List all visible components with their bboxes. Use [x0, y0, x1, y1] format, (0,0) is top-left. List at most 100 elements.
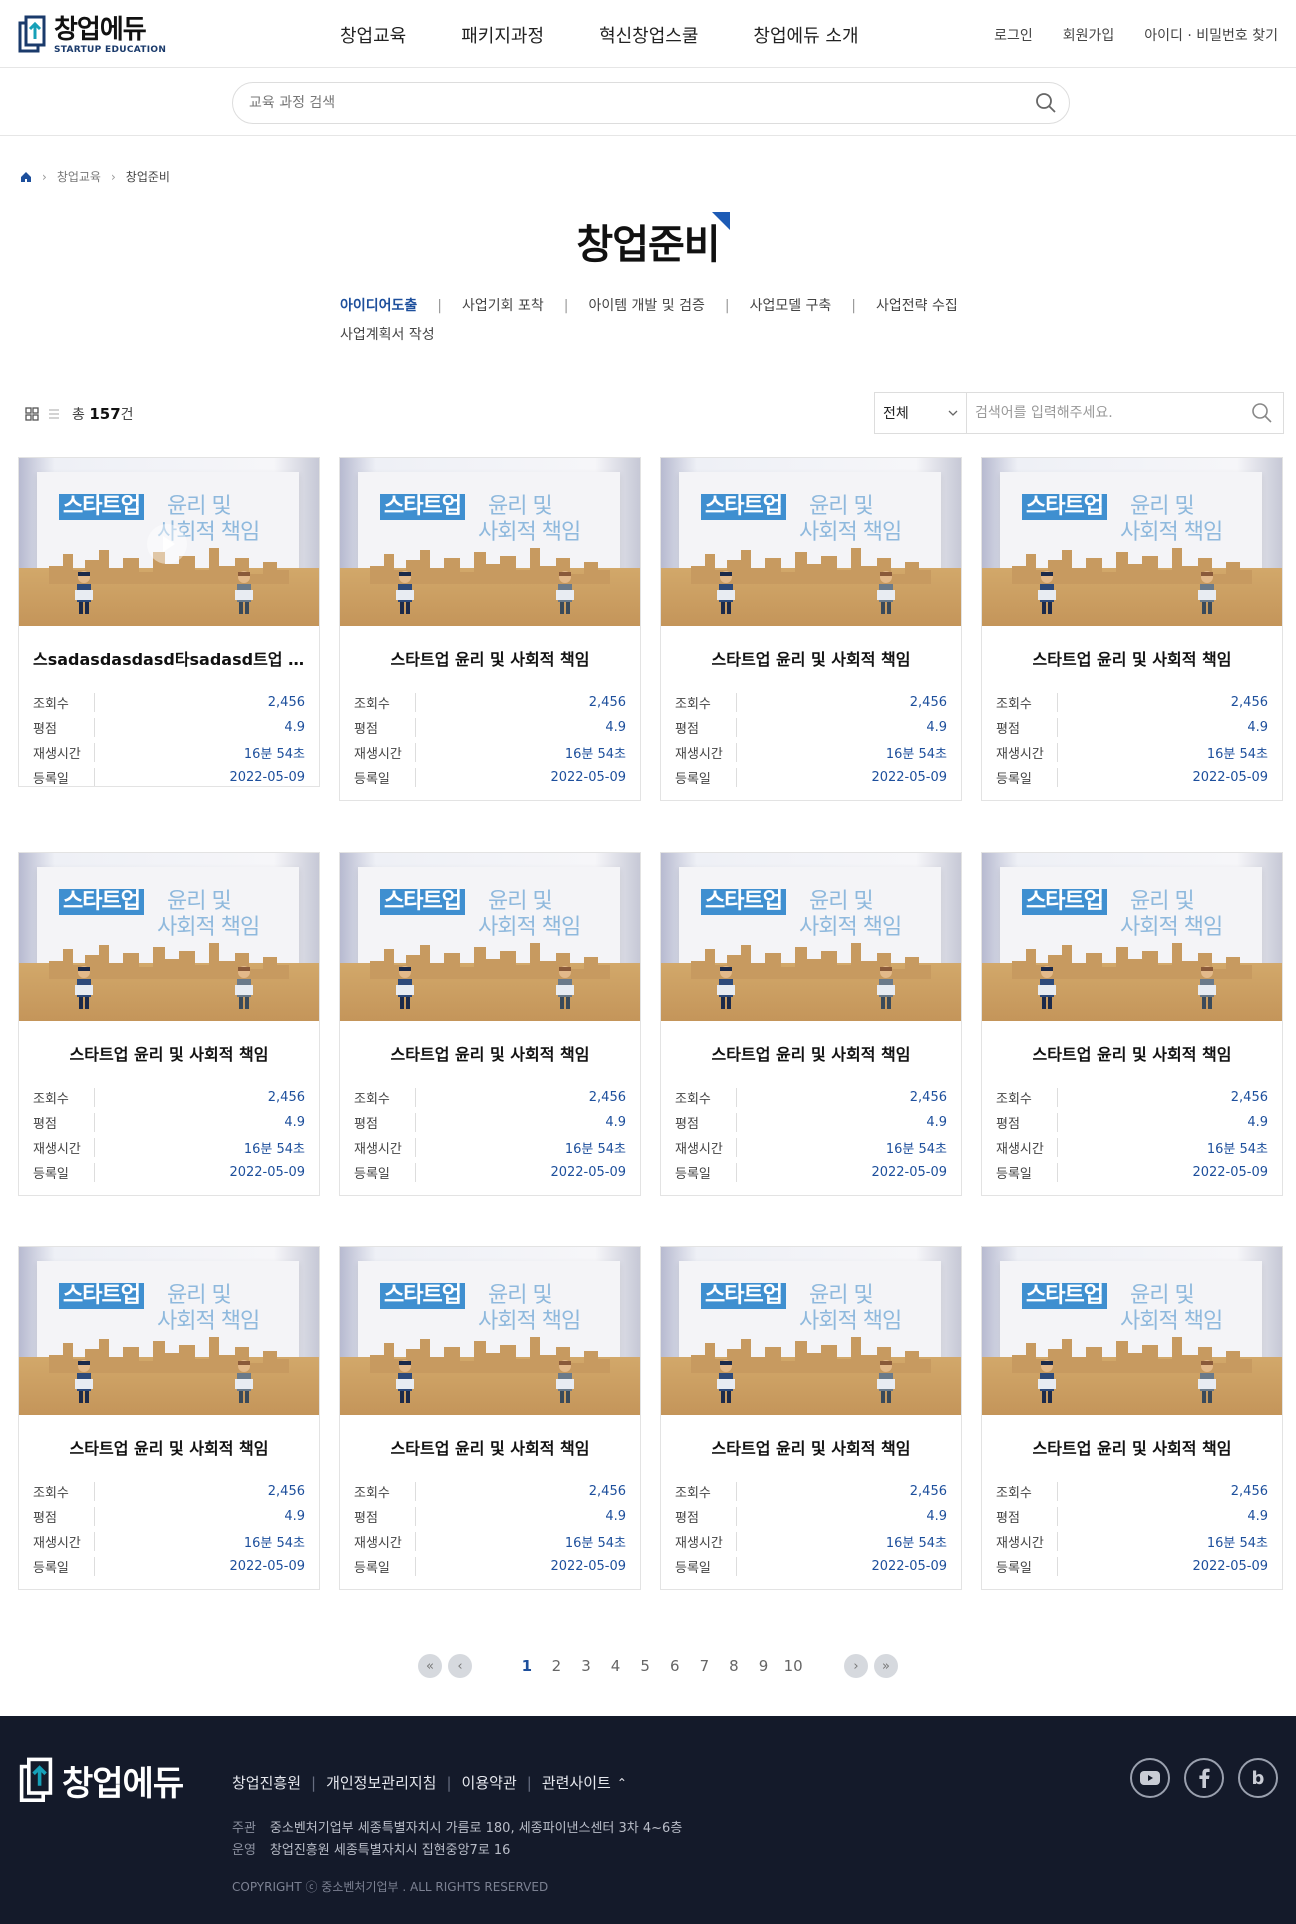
meta-views: 조회수 2,456: [996, 1479, 1268, 1504]
course-title[interactable]: 스sadasdasdasd타sadasd트업 윤리 및 사회적 책임: [19, 626, 319, 690]
thumb-figure: [556, 1360, 574, 1403]
course-thumbnail[interactable]: 스타트업 윤리 및 사회적 책임: [661, 458, 961, 626]
search-icon[interactable]: [1251, 402, 1273, 424]
course-thumbnail[interactable]: 스타트업 윤리 및 사회적 책임: [340, 1247, 640, 1415]
page-number[interactable]: 7: [690, 1657, 720, 1675]
nav-about[interactable]: 창업에듀 소개: [753, 22, 858, 48]
page-number[interactable]: 5: [630, 1657, 660, 1675]
course-title[interactable]: 스타트업 윤리 및 사회적 책임: [661, 1415, 961, 1479]
page-number[interactable]: 10: [778, 1657, 808, 1675]
thumb-figure: [75, 966, 93, 1009]
footer-link-related[interactable]: 관련사이트: [542, 1772, 611, 1793]
first-page-icon[interactable]: «: [418, 1654, 442, 1678]
course-title[interactable]: 스타트업 윤리 및 사회적 책임: [982, 626, 1282, 690]
tab-item-dev[interactable]: 아이템 개발 및 검증: [588, 292, 704, 321]
course-thumbnail[interactable]: 스타트업 윤리 및 사회적 책임: [340, 853, 640, 1021]
footer-logo[interactable]: 창업에듀: [18, 1756, 184, 1805]
search-icon[interactable]: [1035, 92, 1057, 114]
thumb-title-line2: 사회적 책임: [478, 520, 581, 545]
course-title[interactable]: 스타트업 윤리 및 사회적 책임: [661, 626, 961, 690]
home-icon[interactable]: [20, 171, 32, 183]
nav-startup-education[interactable]: 창업교육: [340, 22, 406, 48]
blog-icon[interactable]: b: [1238, 1758, 1278, 1798]
course-title[interactable]: 스타트업 윤리 및 사회적 책임: [982, 1415, 1282, 1479]
footer-link-privacy[interactable]: 개인정보관리지침: [326, 1772, 436, 1793]
login-link[interactable]: 로그인: [994, 25, 1033, 45]
nav-innovation-school[interactable]: 혁신창업스쿨: [599, 22, 698, 48]
last-page-icon[interactable]: »: [873, 1654, 898, 1678]
meta-label: 등록일: [996, 768, 1058, 787]
course-card[interactable]: 스타트업 윤리 및 사회적 책임 스타트업 윤리 및 사회적 책임 조회수 2,4…: [18, 852, 320, 1196]
filter-select[interactable]: 전체: [875, 393, 967, 433]
breadcrumb-level1[interactable]: 창업교육: [57, 168, 101, 185]
course-card[interactable]: 스타트업 윤리 및 사회적 책임 스타트업 윤리 및 사회적 책임 조회수 2,4…: [660, 457, 962, 801]
site-logo[interactable]: 창업에듀 STARTUP EDUCATION: [18, 12, 166, 58]
link-divider: |: [526, 1773, 532, 1792]
meta-label: 조회수: [354, 1088, 416, 1107]
page-number[interactable]: 1: [512, 1657, 542, 1675]
list-search-input[interactable]: [967, 393, 1251, 433]
course-title[interactable]: 스타트업 윤리 및 사회적 책임: [661, 1021, 961, 1085]
meta-value: 2,456: [267, 1090, 305, 1105]
youtube-icon[interactable]: [1130, 1758, 1170, 1798]
course-thumbnail[interactable]: 스타트업 윤리 및 사회적 책임: [19, 853, 319, 1021]
facebook-icon[interactable]: [1184, 1758, 1224, 1798]
course-thumbnail[interactable]: 스타트업 윤리 및 사회적 책임: [19, 458, 319, 626]
course-thumbnail[interactable]: 스타트업 윤리 및 사회적 책임: [982, 1247, 1282, 1415]
prev-page-icon[interactable]: ‹: [448, 1654, 472, 1678]
find-account-link[interactable]: 아이디 · 비밀번호 찾기: [1144, 25, 1278, 45]
meta-label: 조회수: [675, 1088, 737, 1107]
course-search-box: [232, 82, 1070, 124]
course-title[interactable]: 스타트업 윤리 및 사회적 책임: [19, 1021, 319, 1085]
tab-business-model[interactable]: 사업모델 구축: [750, 292, 832, 321]
page-number[interactable]: 4: [601, 1657, 631, 1675]
tab-divider: |: [563, 298, 569, 314]
footer-link-terms[interactable]: 이용약관: [462, 1772, 517, 1793]
tab-idea[interactable]: 아이디어도출: [340, 292, 417, 321]
course-thumbnail[interactable]: 스타트업 윤리 및 사회적 책임: [661, 1247, 961, 1415]
play-icon[interactable]: [147, 524, 187, 564]
course-card[interactable]: 스타트업 윤리 및 사회적 책임 스sadasdasdasd타sadasd트업 …: [18, 457, 320, 787]
course-thumbnail[interactable]: 스타트업 윤리 및 사회적 책임: [19, 1247, 319, 1415]
page-number[interactable]: 3: [571, 1657, 601, 1675]
course-thumbnail[interactable]: 스타트업 윤리 및 사회적 책임: [340, 458, 640, 626]
list-view-icon[interactable]: [46, 406, 62, 422]
thumb-title-highlight: 스타트업: [701, 1283, 786, 1309]
signup-link[interactable]: 회원가입: [1063, 25, 1115, 45]
footer-link-kised[interactable]: 창업진흥원: [232, 1772, 301, 1793]
course-thumbnail[interactable]: 스타트업 윤리 및 사회적 책임: [661, 853, 961, 1021]
chevron-up-icon[interactable]: ⌃: [617, 1776, 627, 1790]
tab-strategy[interactable]: 사업전략 수집: [876, 292, 958, 321]
course-card[interactable]: 스타트업 윤리 및 사회적 책임 스타트업 윤리 및 사회적 책임 조회수 2,4…: [981, 852, 1283, 1196]
tab-opportunity[interactable]: 사업기회 포착: [462, 292, 544, 321]
course-card[interactable]: 스타트업 윤리 및 사회적 책임 스타트업 윤리 및 사회적 책임 조회수 2,4…: [18, 1246, 320, 1590]
course-thumbnail[interactable]: 스타트업 윤리 및 사회적 책임: [982, 458, 1282, 626]
next-page-icon[interactable]: ›: [843, 1654, 868, 1678]
course-card[interactable]: 스타트업 윤리 및 사회적 책임 스타트업 윤리 및 사회적 책임 조회수 2,4…: [660, 852, 962, 1196]
course-card[interactable]: 스타트업 윤리 및 사회적 책임 스타트업 윤리 및 사회적 책임 조회수 2,4…: [660, 1246, 962, 1590]
meta-label: 평점: [996, 718, 1058, 737]
course-title[interactable]: 스타트업 윤리 및 사회적 책임: [19, 1415, 319, 1479]
course-title[interactable]: 스타트업 윤리 및 사회적 책임: [340, 1021, 640, 1085]
course-card[interactable]: 스타트업 윤리 및 사회적 책임 스타트업 윤리 및 사회적 책임 조회수 2,4…: [339, 457, 641, 801]
thumb-title-highlight: 스타트업: [1022, 889, 1107, 915]
course-card[interactable]: 스타트업 윤리 및 사회적 책임 스타트업 윤리 및 사회적 책임 조회수 2,4…: [339, 852, 641, 1196]
thumb-figure: [235, 571, 253, 614]
grid-view-icon[interactable]: [24, 406, 40, 422]
course-card[interactable]: 스타트업 윤리 및 사회적 책임 스타트업 윤리 및 사회적 책임 조회수 2,4…: [339, 1246, 641, 1590]
thumb-title-rest: 윤리 및: [488, 494, 553, 519]
course-title[interactable]: 스타트업 윤리 및 사회적 책임: [340, 626, 640, 690]
course-card[interactable]: 스타트업 윤리 및 사회적 책임 스타트업 윤리 및 사회적 책임 조회수 2,4…: [981, 1246, 1283, 1590]
thumb-figure: [877, 966, 895, 1009]
course-title[interactable]: 스타트업 윤리 및 사회적 책임: [340, 1415, 640, 1479]
page-number[interactable]: 9: [749, 1657, 779, 1675]
course-search-input[interactable]: [233, 83, 993, 123]
tab-business-plan[interactable]: 사업계획서 작성: [340, 321, 980, 350]
course-card[interactable]: 스타트업 윤리 및 사회적 책임 스타트업 윤리 및 사회적 책임 조회수 2,4…: [981, 457, 1283, 801]
course-thumbnail[interactable]: 스타트업 윤리 및 사회적 책임: [982, 853, 1282, 1021]
course-title[interactable]: 스타트업 윤리 및 사회적 책임: [982, 1021, 1282, 1085]
page-number[interactable]: 2: [542, 1657, 572, 1675]
nav-package-course[interactable]: 패키지과정: [461, 22, 544, 48]
page-number[interactable]: 6: [660, 1657, 690, 1675]
page-number[interactable]: 8: [719, 1657, 749, 1675]
